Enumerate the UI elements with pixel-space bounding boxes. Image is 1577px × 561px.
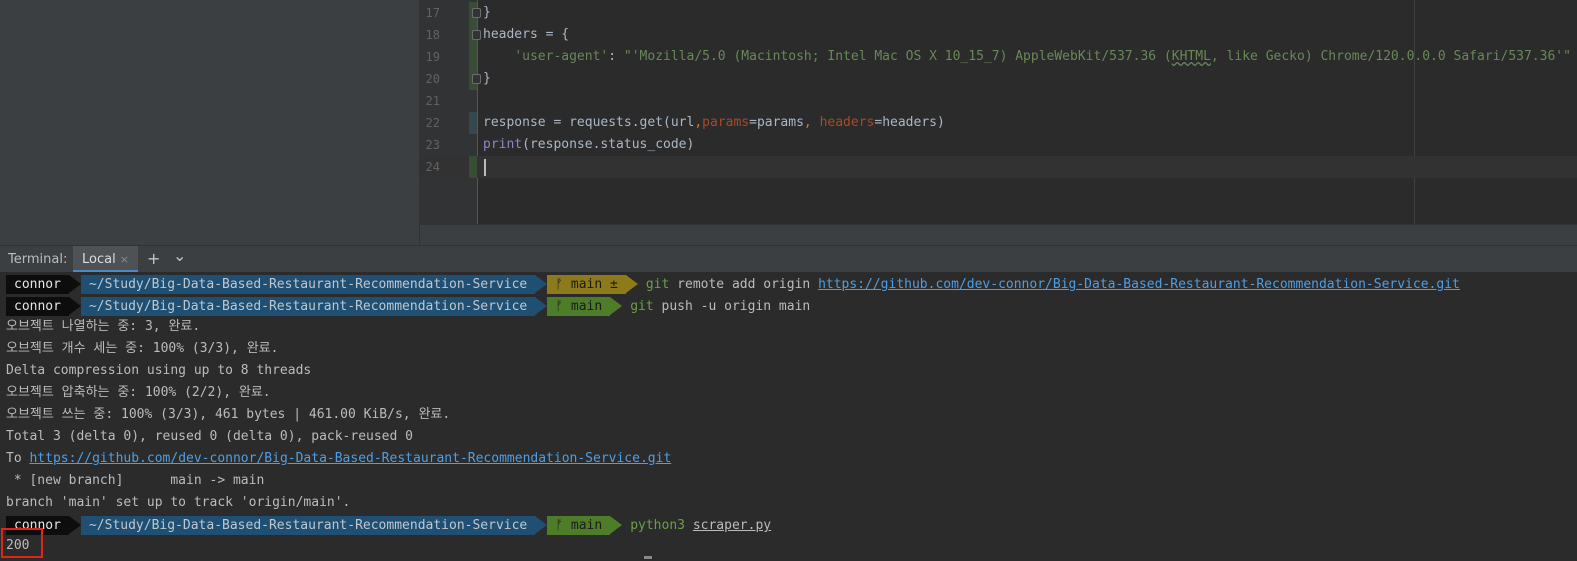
output-line: Total 3 (delta 0), reused 0 (delta 0), p…: [6, 429, 413, 444]
vcs-added-marker: [469, 156, 477, 178]
new-terminal-button[interactable]: +: [147, 250, 160, 268]
editor-horizontal-scroll-area[interactable]: [420, 224, 1577, 245]
output-line: * [new branch] main -> main: [6, 473, 265, 488]
code-line[interactable]: 17}: [420, 2, 1577, 24]
terminal-tab-local[interactable]: Local ×: [73, 246, 138, 273]
line-number: 22: [425, 116, 440, 130]
code-text: 'user-agent': "'Mozilla/5.0 (Macintosh; …: [514, 49, 1571, 64]
prompt-directory: ~/Study/Big-Data-Based-Restaurant-Recomm…: [80, 297, 548, 316]
code-line[interactable]: 24: [420, 156, 1577, 178]
vcs-added-marker: [469, 46, 477, 68]
output-line: 오브젝트 나열하는 중: 3, 완료.: [6, 319, 201, 334]
output-line: 오브젝트 개수 세는 중: 100% (3/3), 완료.: [6, 341, 279, 356]
output-line: branch 'main' set up to track 'origin/ma…: [6, 495, 351, 510]
shell-prompt: connor ~/Study/Big-Data-Based-Restaurant…: [6, 275, 1460, 294]
prompt-directory: ~/Study/Big-Data-Based-Restaurant-Recomm…: [80, 275, 548, 294]
shell-prompt: connor ~/Study/Big-Data-Based-Restaurant…: [6, 516, 771, 535]
project-side-panel: [0, 0, 420, 245]
terminal-cursor-mark: [644, 556, 652, 559]
script-file-link[interactable]: scraper.py: [693, 518, 771, 533]
code-line[interactable]: 19 'user-agent': "'Mozilla/5.0 (Macintos…: [420, 46, 1577, 68]
prompt-user: connor: [6, 297, 81, 316]
fold-icon[interactable]: [472, 74, 481, 84]
output-line: 오브젝트 쓰는 중: 100% (3/3), 461 bytes | 461.0…: [6, 407, 451, 422]
terminal-toolbar: Terminal: Local × + ⌄: [0, 245, 1577, 273]
command-args: push -u origin main: [653, 299, 811, 314]
code-line[interactable]: 23 print(response.status_code): [420, 134, 1577, 156]
prompt-directory: ~/Study/Big-Data-Based-Restaurant-Recomm…: [80, 516, 548, 535]
shell-command: python3 scraper.py: [630, 518, 772, 533]
line-number: 17: [425, 6, 440, 20]
line-number: 23: [425, 138, 440, 152]
vcs-modified-marker: [469, 112, 477, 134]
text-caret: [484, 159, 486, 176]
line-number: 19: [425, 50, 440, 64]
line-number: 21: [425, 94, 440, 108]
shell-command: git remote add origin https://github.com…: [645, 277, 1460, 292]
close-icon[interactable]: ×: [120, 253, 129, 266]
terminal-title: Terminal:: [8, 252, 68, 267]
output-line: Delta compression using up to 8 threads: [6, 363, 312, 378]
shell-prompt: connor ~/Study/Big-Data-Based-Restaurant…: [6, 297, 810, 316]
fold-icon[interactable]: [472, 30, 481, 40]
prompt-git-branch: ᚠ main: [547, 297, 623, 316]
code-line[interactable]: 22 response = requests.get(url,params=par…: [420, 112, 1577, 134]
remote-url-link[interactable]: https://github.com/dev-connor/Big-Data-B…: [818, 277, 1460, 292]
prompt-git-branch: ᚠ main: [547, 516, 623, 535]
line-number: 18: [425, 28, 440, 42]
output-line-remote: To https://github.com/dev-connor/Big-Dat…: [6, 451, 672, 466]
highlight-annotation-box: [1, 528, 43, 558]
code-line[interactable]: 20}: [420, 68, 1577, 90]
prompt-git-branch: ᚠ main ±: [547, 275, 638, 294]
prompt-user: connor: [6, 275, 81, 294]
code-text: }: [483, 5, 491, 20]
code-text: print(response.status_code): [483, 137, 695, 152]
code-line[interactable]: 21: [420, 90, 1577, 112]
shell-command: git push -u origin main: [630, 299, 811, 314]
output-line: 오브젝트 압축하는 중: 100% (2/2), 완료.: [6, 385, 271, 400]
line-number: 20: [425, 72, 440, 86]
code-editor[interactable]: 17} 18 headers = { 19 'user-agent': "'Mozil…: [420, 0, 1577, 224]
code-line[interactable]: 18 headers = {: [420, 24, 1577, 46]
terminal-tab-label: Local: [82, 252, 116, 267]
code-text: response = requests.get(url,params=param…: [483, 115, 945, 130]
remote-url-link[interactable]: https://github.com/dev-connor/Big-Data-B…: [29, 451, 671, 466]
code-text: }: [483, 71, 491, 86]
command-args: remote add origin: [669, 277, 819, 292]
chevron-down-icon[interactable]: ⌄: [173, 247, 186, 265]
line-number: 24: [425, 160, 440, 174]
code-text: headers = {: [483, 27, 570, 42]
fold-icon[interactable]: [472, 8, 481, 18]
